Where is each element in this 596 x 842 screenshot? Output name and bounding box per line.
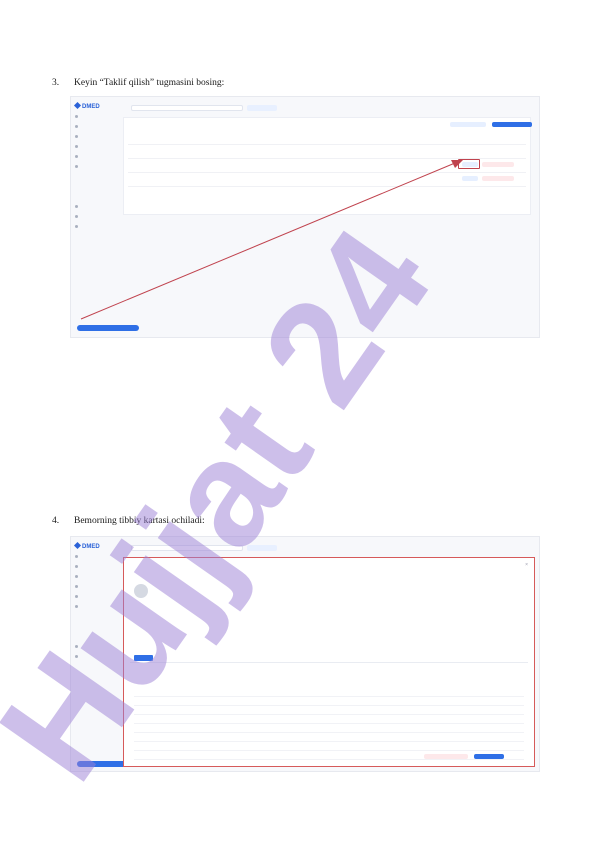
sidebar-item[interactable] [71, 551, 117, 561]
menu-icon [75, 214, 78, 218]
sidebar [71, 551, 117, 661]
step-number: 3. [52, 78, 60, 88]
quick-button[interactable] [247, 105, 277, 111]
table-row[interactable] [134, 724, 524, 733]
patients-table-card [123, 117, 532, 215]
invite-button[interactable] [462, 176, 478, 181]
sidebar-item[interactable] [71, 201, 117, 211]
sidebar-item[interactable] [71, 581, 117, 591]
avatar [134, 584, 148, 598]
sidebar-item-active[interactable] [71, 161, 117, 171]
confirm-button[interactable] [474, 754, 504, 759]
search-input[interactable] [131, 105, 243, 111]
reject-button[interactable] [424, 754, 468, 759]
menu-icon [75, 644, 78, 648]
menu-icon [75, 224, 78, 228]
menu-icon [75, 144, 78, 148]
filter-button[interactable] [450, 122, 486, 127]
sidebar-item[interactable] [71, 151, 117, 161]
sidebar-subitem[interactable] [71, 631, 117, 641]
sidebar-subitem[interactable] [71, 621, 117, 631]
sidebar-item[interactable] [71, 121, 117, 131]
search-input[interactable] [131, 545, 243, 551]
reject-button[interactable] [482, 176, 514, 181]
step-text: Keyin “Taklif qilish” tugmasini bosing: [74, 78, 225, 88]
table-header [134, 688, 524, 697]
menu-icon [75, 594, 78, 598]
table-header [128, 146, 526, 159]
logo-diamond-icon [73, 541, 82, 550]
top-bar [123, 543, 535, 553]
menu-icon [75, 134, 78, 138]
highlight-box [458, 159, 480, 169]
sidebar-subitem[interactable] [71, 191, 117, 201]
menu-icon [75, 584, 78, 588]
table-row[interactable] [134, 742, 524, 751]
sidebar-item[interactable] [71, 641, 117, 651]
menu-icon [75, 114, 78, 118]
step-4: 4. Bemorning tibbiy kartasi ochiladi: [52, 516, 205, 526]
step-number: 4. [52, 516, 60, 526]
medical-card-modal: × [123, 557, 535, 767]
menu-icon [75, 654, 78, 658]
menu-icon [75, 554, 78, 558]
sidebar-item[interactable] [71, 591, 117, 601]
tab-active[interactable] [134, 655, 153, 661]
sidebar [71, 111, 117, 231]
table-row[interactable] [134, 706, 524, 715]
sidebar-item[interactable] [71, 221, 117, 231]
tabs-bar [130, 654, 528, 663]
menu-icon [75, 164, 78, 168]
step-text: Bemorning tibbiy kartasi ochiladi: [74, 516, 205, 526]
table-row[interactable] [134, 697, 524, 706]
menu-icon [75, 564, 78, 568]
quick-button[interactable] [247, 545, 277, 551]
create-button[interactable] [492, 122, 532, 127]
sidebar-subitem[interactable] [71, 171, 117, 181]
close-icon[interactable]: × [525, 562, 528, 568]
menu-icon [75, 574, 78, 578]
top-bar [123, 103, 535, 113]
table-row[interactable] [134, 733, 524, 742]
menu-icon [75, 154, 78, 158]
logo-diamond-icon [73, 101, 82, 110]
menu-icon [75, 204, 78, 208]
reject-button[interactable] [482, 162, 514, 167]
sidebar-item[interactable] [71, 571, 117, 581]
sidebar-item[interactable] [71, 111, 117, 121]
dmed-logo: DMED [73, 541, 100, 550]
sidebar-item[interactable] [71, 131, 117, 141]
sidebar-item[interactable] [71, 141, 117, 151]
sidebar-item[interactable] [71, 561, 117, 571]
filter-row [128, 132, 526, 145]
menu-icon [75, 604, 78, 608]
screenshot-patient-list: DMED [70, 96, 540, 338]
menu-icon [75, 124, 78, 128]
sidebar-item[interactable] [71, 211, 117, 221]
step-3: 3. Keyin “Taklif qilish” tugmasini bosing… [52, 78, 224, 88]
dmed-logo: DMED [73, 101, 100, 110]
sidebar-item-active[interactable] [71, 601, 117, 611]
sidebar-item[interactable] [71, 651, 117, 661]
sidebar-subitem[interactable] [71, 181, 117, 191]
sidebar-subitem[interactable] [71, 611, 117, 621]
screenshot-medical-card: DMED × [70, 536, 540, 772]
sidebar-action-button[interactable] [77, 325, 139, 331]
table-row[interactable] [134, 715, 524, 724]
